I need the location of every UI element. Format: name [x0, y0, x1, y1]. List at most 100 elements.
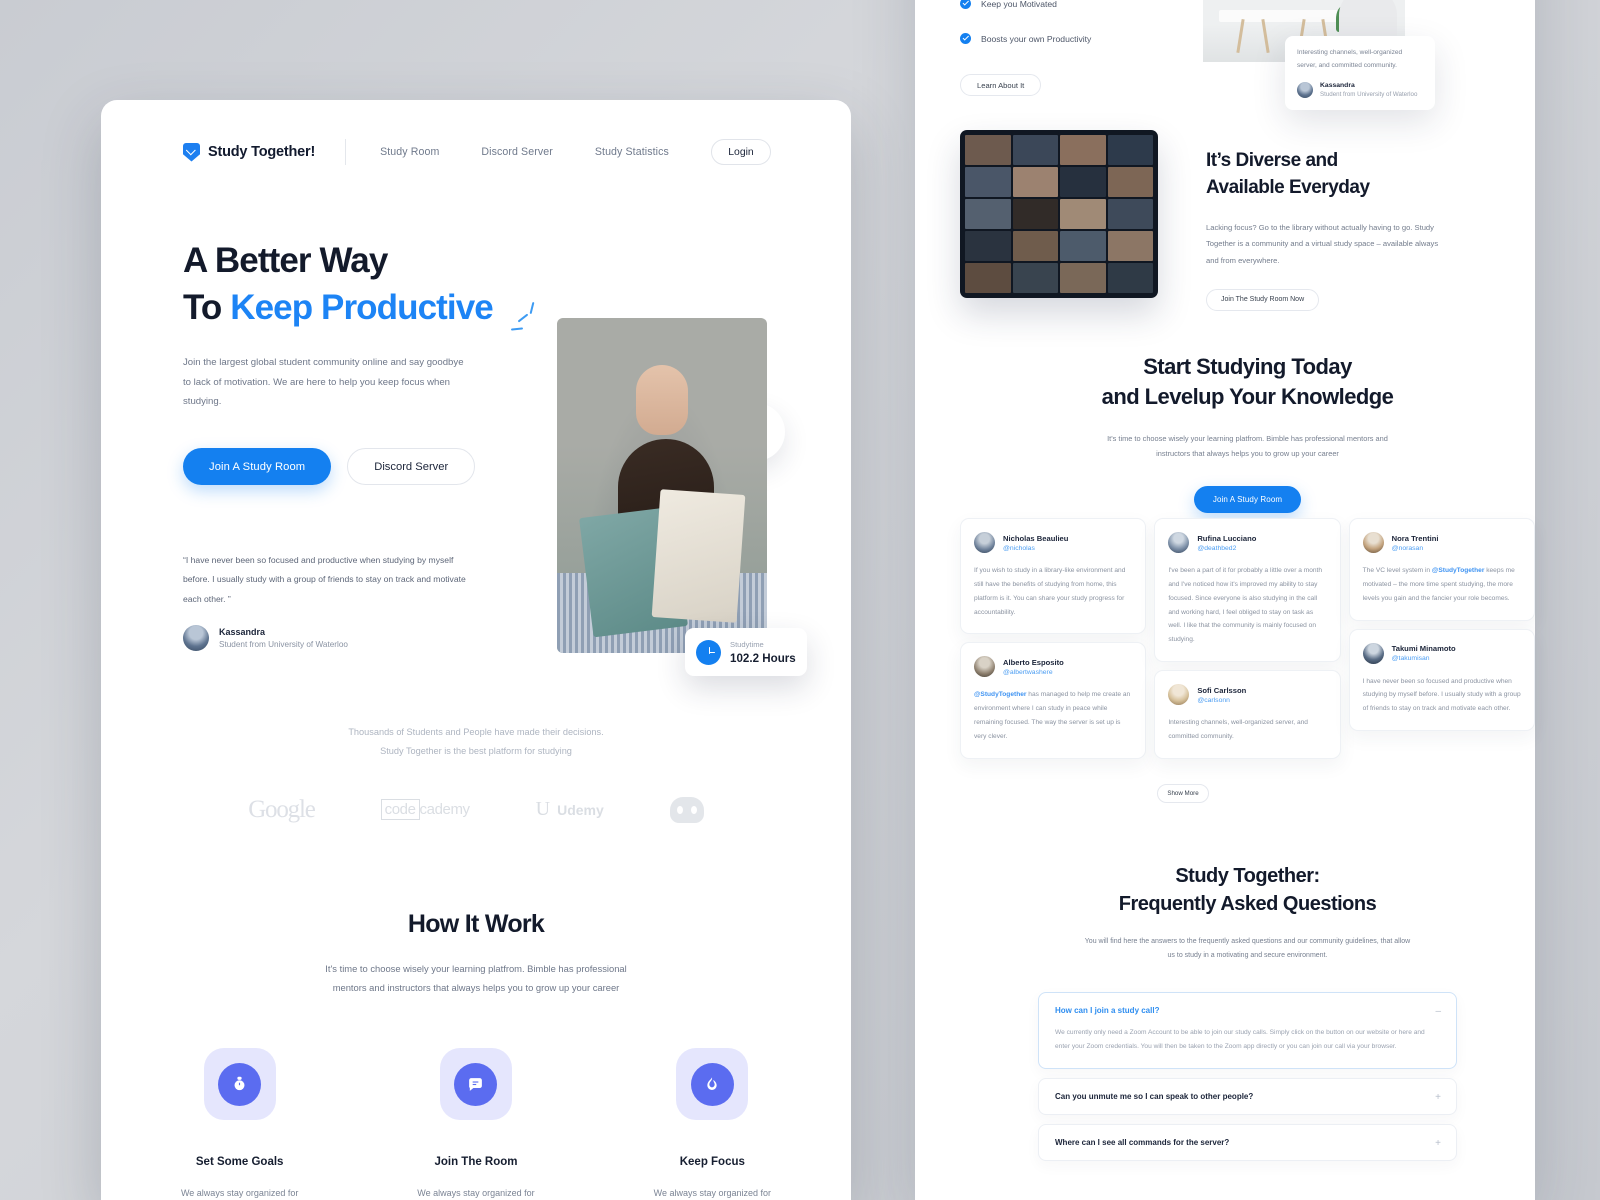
faq-question: How can I join a study call?: [1055, 1006, 1160, 1016]
faq-list: How can I join a study call? – We curren…: [960, 992, 1535, 1161]
testimonial-card: Takumi Minamoto @takumisan I have never …: [1348, 628, 1535, 732]
stopwatch-icon: [218, 1062, 262, 1106]
testimonial-handle[interactable]: @albertwashere: [1003, 669, 1064, 676]
testimonial-handle[interactable]: @takumisan: [1392, 655, 1456, 662]
expand-icon[interactable]: +: [1435, 1138, 1441, 1149]
feature-card-body: We always stay organized for what we wan…: [180, 1188, 299, 1199]
nav-link-study-room[interactable]: Study Room: [380, 146, 439, 158]
join-study-room-now-button[interactable]: Join The Study Room Now: [1206, 288, 1320, 311]
feature-icon-wrap: [439, 1048, 512, 1121]
hero-title-prefix: To: [183, 287, 231, 327]
benefits-list: Keep you Motivated Boosts your own Produ…: [960, 0, 1240, 96]
top-navigation-bar: Study Together! Study Room Discord Serve…: [101, 126, 851, 178]
faq-section: Study Together: Frequently Asked Questio…: [960, 862, 1535, 1170]
brand-logo[interactable]: Study Together!: [183, 142, 339, 162]
nav-link-study-statistics[interactable]: Study Statistics: [595, 146, 669, 158]
nav-link-discord-server[interactable]: Discord Server: [481, 146, 552, 158]
faq-title-line2: Frequently Asked Questions: [1118, 893, 1377, 916]
clock-icon: [696, 639, 721, 665]
start-title-line1: Start Studying Today: [1143, 354, 1352, 379]
mention-link[interactable]: @StudyTogether: [974, 691, 1026, 698]
faq-title-line1: Study Together:: [1175, 865, 1320, 887]
collapse-icon[interactable]: –: [1435, 1006, 1441, 1017]
social-proof-line-2: Study Together is the best platform for …: [380, 746, 572, 757]
avatar: [1168, 684, 1190, 706]
hero-quote-person: Kassandra Student from University of Wat…: [183, 625, 473, 652]
testimonial-handle[interactable]: @carlsonn: [1197, 697, 1246, 704]
testimonial-handle[interactable]: @deathbed2: [1197, 545, 1256, 552]
feature-card-body: We always stay organized for what we wan…: [653, 1188, 772, 1199]
learn-about-it-button[interactable]: Learn About It: [960, 74, 1042, 96]
testimonial-name: Nicholas Beaulieu: [1003, 533, 1069, 543]
start-title-line2: and Levelup Your Knowledge: [1101, 384, 1394, 410]
faq-answer: We currently only need a Zoom Account to…: [1055, 1029, 1425, 1051]
avatar: [1168, 532, 1190, 553]
avatar: [1362, 642, 1384, 664]
benefit-label: Keep you Motivated: [981, 0, 1057, 9]
testimonial-grid: Nicholas Beaulieu @nicholas If you wish …: [960, 518, 1535, 759]
testimonial-header: Nicholas Beaulieu @nicholas: [974, 532, 1132, 553]
how-it-works-cards: Set Some Goals We always stay organized …: [171, 1048, 781, 1200]
faq-subtitle: You will find here the answers to the fr…: [1084, 937, 1411, 960]
testimonial-handle[interactable]: @norasan: [1392, 545, 1439, 552]
floating-testimonial-card: Interesting channels, well-organized ser…: [1285, 36, 1435, 110]
hero-section: A Better Way To Keep Productive Join the…: [101, 178, 851, 676]
testimonial-card: Rufina Lucciano @deathbed2 I've been a p…: [1154, 518, 1341, 663]
testimonial-body: Interesting channels, well-organized ser…: [1168, 719, 1308, 740]
testimonial-column: Nora Trentini @norasan The VC level syst…: [1348, 518, 1535, 759]
codecademy-logo: code cademy: [380, 799, 470, 821]
testimonial-name: Sofi Carlsson: [1197, 685, 1247, 695]
feature-card: Set Some Goals We always stay organized …: [171, 1048, 308, 1200]
feature-icon-wrap: [676, 1048, 749, 1121]
brand-name: Study Together!: [208, 144, 316, 160]
expand-icon[interactable]: +: [1435, 1092, 1441, 1103]
diverse-title-line2: Available Everyday: [1206, 176, 1370, 198]
avatar: [1297, 81, 1313, 98]
feature-card-title: Set Some Goals: [195, 1156, 284, 1169]
brand-logo-row: Google code cademy U Udemy: [101, 796, 851, 824]
udemy-logo: U Udemy: [535, 798, 604, 821]
google-logo: Google: [248, 795, 316, 823]
hero-quote-name: Kassandra: [219, 627, 266, 638]
testimonial-name: Alberto Esposito: [1003, 657, 1064, 667]
testimonial-card: Nora Trentini @norasan The VC level syst…: [1348, 518, 1535, 621]
show-more-button[interactable]: Show More: [1157, 784, 1209, 803]
join-study-room-button[interactable]: Join A Study Room: [183, 448, 332, 486]
start-join-study-room-button[interactable]: Join A Study Room: [1193, 485, 1302, 513]
faq-item[interactable]: Where can I see all commands for the ser…: [1038, 1123, 1457, 1161]
video-grid-image: [960, 130, 1158, 298]
shield-check-icon: [183, 142, 200, 162]
testimonial-header: Sofi Carlsson @carlsonn: [1168, 684, 1326, 706]
hero-title-accent: Keep Productive: [228, 285, 499, 332]
login-button[interactable]: Login: [711, 139, 771, 165]
start-studying-section: Start Studying Today and Levelup Your Kn…: [960, 352, 1535, 513]
mention-link[interactable]: @StudyTogether: [1432, 567, 1484, 574]
social-proof-section: Thousands of Students and People have ma…: [101, 723, 851, 824]
faq-item[interactable]: Can you unmute me so I can speak to othe…: [1038, 1077, 1457, 1115]
landing-page-board-left: Study Together! Study Room Discord Serve…: [101, 100, 851, 1200]
discord-icon: [669, 796, 704, 823]
testimonial-column: Nicholas Beaulieu @nicholas If you wish …: [960, 518, 1147, 759]
studytime-label: Studytime: [730, 639, 764, 649]
avatar: [974, 532, 995, 553]
testimonial-name: Rufina Lucciano: [1197, 533, 1257, 543]
discord-server-button[interactable]: Discord Server: [347, 448, 476, 486]
faq-question: Can you unmute me so I can speak to othe…: [1055, 1091, 1254, 1101]
testimonial-body: @StudyTogether has managed to help me cr…: [974, 688, 1132, 743]
testimonial-header: Alberto Esposito @albertwashere: [974, 656, 1132, 678]
nav-links: Study Room Discord Server Study Statisti…: [380, 146, 669, 158]
hero-title-line1: A Better Way: [183, 241, 388, 280]
feature-card-body: We always stay organized for what we wan…: [417, 1188, 535, 1199]
avatar: [974, 656, 995, 678]
benefit-row: Boosts your own Productivity: [960, 33, 1240, 44]
testimonial-handle[interactable]: @nicholas: [1003, 545, 1068, 552]
faq-item-expanded[interactable]: How can I join a study call? – We curren…: [1038, 992, 1457, 1069]
hero-quote-text: “I have never been so focused and produc…: [183, 555, 466, 604]
diverse-title-line1: It’s Diverse and: [1206, 150, 1338, 171]
testimonial-card: Sofi Carlsson @carlsonn Interesting chan…: [1154, 670, 1341, 759]
flame-icon: [690, 1062, 734, 1106]
testimonial-card: Alberto Esposito @albertwashere @StudyTo…: [960, 642, 1147, 759]
diverse-text-block: It’s Diverse and Available Everyday Lack…: [1206, 130, 1441, 311]
feature-card: Join The Room We always stay organized f…: [407, 1048, 544, 1200]
testimonial-prefix: The VC level system in: [1362, 567, 1432, 574]
